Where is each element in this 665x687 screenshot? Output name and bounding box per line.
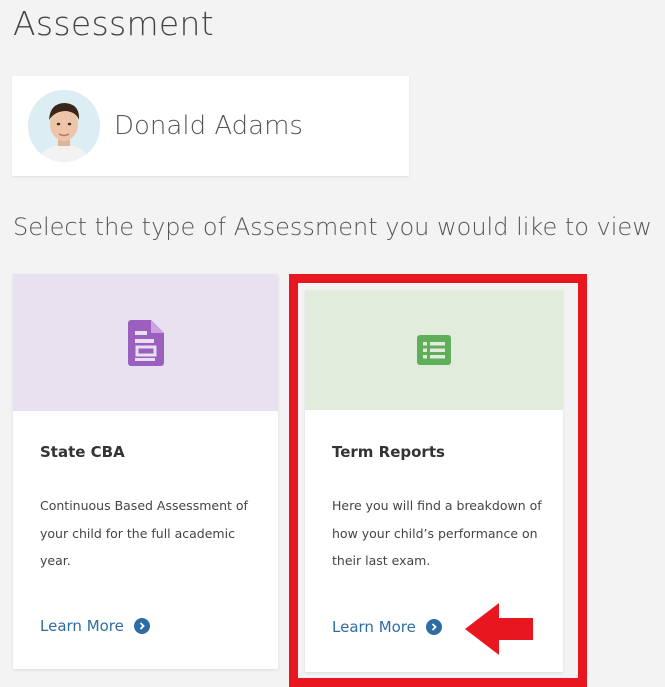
chevron-right-icon — [133, 618, 150, 634]
list-icon — [417, 335, 451, 365]
learn-more-link[interactable]: Learn More — [332, 618, 442, 636]
card-description: Here you will find a breakdown of how yo… — [332, 498, 542, 568]
card-title: State CBA — [40, 443, 125, 461]
red-left-arrow-icon — [465, 603, 533, 655]
document-icon — [127, 319, 164, 366]
page-title: Assessment — [13, 4, 214, 43]
card-hero — [13, 274, 278, 411]
card-hero — [305, 290, 563, 410]
avatar — [28, 90, 100, 162]
student-name: Donald Adams — [114, 111, 303, 141]
learn-more-label: Learn More — [40, 617, 124, 635]
assessment-card-state-cba[interactable]: State CBA Continuous Based Assessment of… — [13, 274, 278, 669]
learn-more-link[interactable]: Learn More — [40, 617, 150, 635]
student-card[interactable]: Donald Adams — [12, 76, 409, 176]
card-title: Term Reports — [332, 443, 445, 461]
student-photo-icon — [28, 90, 100, 162]
assessment-prompt: Select the type of Assessment you would … — [13, 213, 652, 241]
learn-more-label: Learn More — [332, 618, 416, 636]
card-description: Continuous Based Assessment of your chil… — [40, 498, 248, 568]
chevron-right-icon — [425, 619, 442, 635]
